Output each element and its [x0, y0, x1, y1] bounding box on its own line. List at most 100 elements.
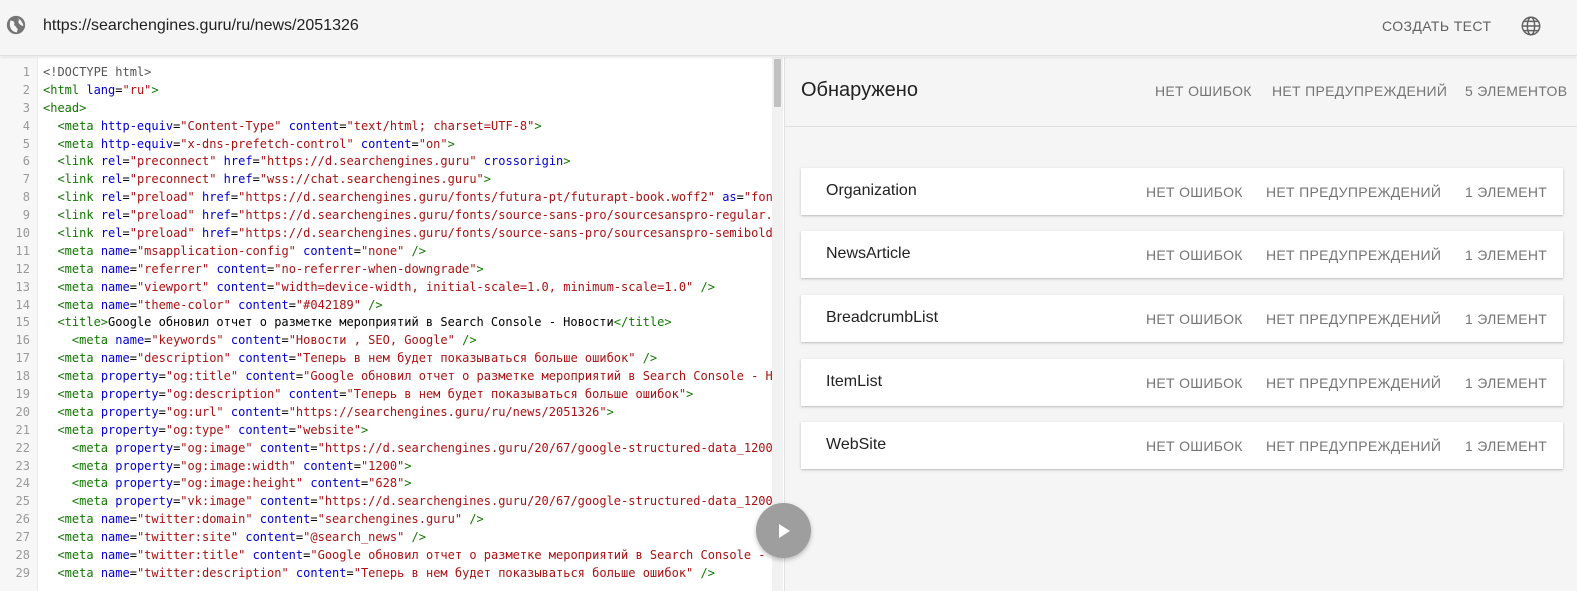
code-token: "preconnect"	[129, 154, 217, 169]
editor-scrollbar-thumb[interactable]	[774, 59, 781, 107]
play-icon	[779, 524, 790, 538]
code-token: name	[100, 565, 130, 580]
line-number: 25	[15, 494, 30, 509]
code-token: property	[115, 440, 174, 455]
code-line: 9 <link rel="preload" href="https://d.se…	[0, 207, 783, 225]
code-token: name	[100, 351, 130, 366]
line-content: <meta name="referrer" content="no-referr…	[43, 261, 483, 279]
line-content: <meta property="og:description" content=…	[43, 386, 693, 404]
line-content: <meta name="description" content="Теперь…	[43, 350, 657, 368]
code-line: 11 <meta name="msapplication-config" con…	[0, 243, 783, 261]
result-card-newsarticle[interactable]: NewsArticle НЕТ ОШИБОК НЕТ ПРЕДУПРЕЖДЕНИ…	[801, 231, 1563, 278]
code-token: "628"	[368, 476, 405, 491]
code-token: <meta	[57, 387, 101, 402]
code-token: />	[360, 297, 383, 312]
run-test-button[interactable]	[756, 503, 811, 558]
code-token: href	[202, 190, 231, 205]
code-line: 16 <meta name="keywords" content="Новост…	[0, 332, 783, 350]
line-number: 29	[15, 565, 30, 580]
code-token: name	[100, 548, 130, 563]
line-content: <meta property="og:type" content="websit…	[43, 422, 368, 440]
code-token: content	[259, 512, 311, 527]
code-token: name	[100, 530, 130, 545]
result-card-website[interactable]: WebSite НЕТ ОШИБОК НЕТ ПРЕДУПРЕЖДЕНИЙ 1 …	[801, 422, 1563, 469]
result-warnings: НЕТ ПРЕДУПРЕЖДЕНИЙ	[1266, 375, 1442, 391]
header-elements: 5 ЭЛЕМЕНТОВ	[1465, 83, 1568, 99]
code-token: "x-dns-prefetch-control"	[180, 136, 354, 151]
code-line: 3 <head>	[0, 100, 783, 118]
code-token: <link	[57, 154, 101, 169]
line-content: <!DOCTYPE html>	[43, 64, 151, 82]
code-token: <meta	[57, 279, 101, 294]
code-token: =	[346, 565, 354, 580]
code-token: content	[216, 279, 268, 294]
code-token: />	[462, 512, 484, 527]
code-token: =	[129, 243, 137, 258]
code-editor[interactable]: 1 <!DOCTYPE html> 2 <html lang="ru"> 3 <head>…	[0, 57, 783, 591]
code-token: "Теперь в нем будет показываться больше …	[346, 387, 687, 402]
code-token: =	[288, 297, 296, 312]
code-token: "preload"	[129, 190, 195, 205]
line-content: <link rel="preconnect" href="wss://chat.…	[43, 171, 491, 189]
result-errors: НЕТ ОШИБОК	[1146, 438, 1243, 454]
code-token: =	[129, 297, 137, 312]
language-icon[interactable]	[1520, 15, 1542, 37]
line-content: <meta name="keywords" content="Новости ,…	[43, 332, 477, 350]
code-token: =	[122, 172, 130, 187]
code-token: "og:url"	[165, 404, 224, 419]
globe-icon	[6, 15, 26, 35]
code-token: =	[288, 422, 296, 437]
code-line: 1 <!DOCTYPE html>	[0, 64, 783, 82]
code-token: <link	[57, 208, 101, 223]
result-warnings: НЕТ ПРЕДУПРЕЖДЕНИЙ	[1266, 438, 1442, 454]
code-token: href	[223, 154, 253, 169]
code-token: property	[115, 476, 174, 491]
code-token: "Новости , SEO, Google"	[288, 333, 455, 348]
code-token: name	[100, 297, 130, 312]
code-token: "viewport"	[136, 279, 210, 294]
code-token: content	[288, 118, 340, 133]
code-token: name	[100, 512, 130, 527]
code-token: "https://d.searchengines.guru"	[259, 154, 477, 169]
result-card-itemlist[interactable]: ItemList НЕТ ОШИБОК НЕТ ПРЕДУПРЕЖДЕНИЙ 1…	[801, 359, 1563, 406]
code-token: <meta	[57, 261, 101, 276]
result-count: 1 ЭЛЕМЕНТ	[1465, 311, 1548, 327]
code-token: "description"	[136, 351, 231, 366]
code-token: property	[100, 422, 159, 437]
line-content: <meta name="twitter:site" content="@sear…	[43, 529, 426, 547]
create-test-button[interactable]: СОЗДАТЬ ТЕСТ	[1372, 12, 1501, 40]
code-token: rel	[100, 190, 123, 205]
result-card-organization[interactable]: Organization НЕТ ОШИБОК НЕТ ПРЕДУПРЕЖДЕН…	[801, 168, 1563, 215]
code-line: 5 <meta http-equiv = "x-dns-prefetch-contr…	[0, 136, 783, 154]
result-type-name: BreadcrumbList	[826, 309, 939, 326]
result-type-name: NewsArticle	[826, 245, 911, 262]
result-errors: НЕТ ОШИБОК	[1146, 247, 1243, 263]
code-line: 19 <meta property="og:description" conte…	[0, 386, 783, 404]
code-token: />	[693, 279, 715, 294]
code-token: "width=device-width, initial-scale=1.0, …	[274, 279, 694, 294]
code-token: "none"	[360, 243, 405, 258]
code-lines[interactable]: 1 <!DOCTYPE html> 2 <html lang="ru"> 3 <head>…	[0, 64, 783, 583]
code-token: content	[360, 136, 412, 151]
code-token: =	[252, 154, 260, 169]
result-type-name: Organization	[826, 182, 917, 199]
code-token: Google обновил отчет о разметке мероприя…	[108, 315, 614, 330]
code-token: =	[252, 172, 260, 187]
code-token: =	[310, 494, 318, 509]
code-token: "preload"	[129, 208, 195, 223]
code-line: 18 <meta property="og:title" content="Go…	[0, 368, 783, 386]
result-card-breadcrumblist[interactable]: BreadcrumbList НЕТ ОШИБОК НЕТ ПРЕДУПРЕЖД…	[801, 295, 1563, 342]
line-number: 22	[15, 440, 30, 455]
code-token: "keywords"	[151, 333, 224, 348]
url-input[interactable]	[43, 14, 943, 38]
line-number: 6	[22, 154, 30, 169]
